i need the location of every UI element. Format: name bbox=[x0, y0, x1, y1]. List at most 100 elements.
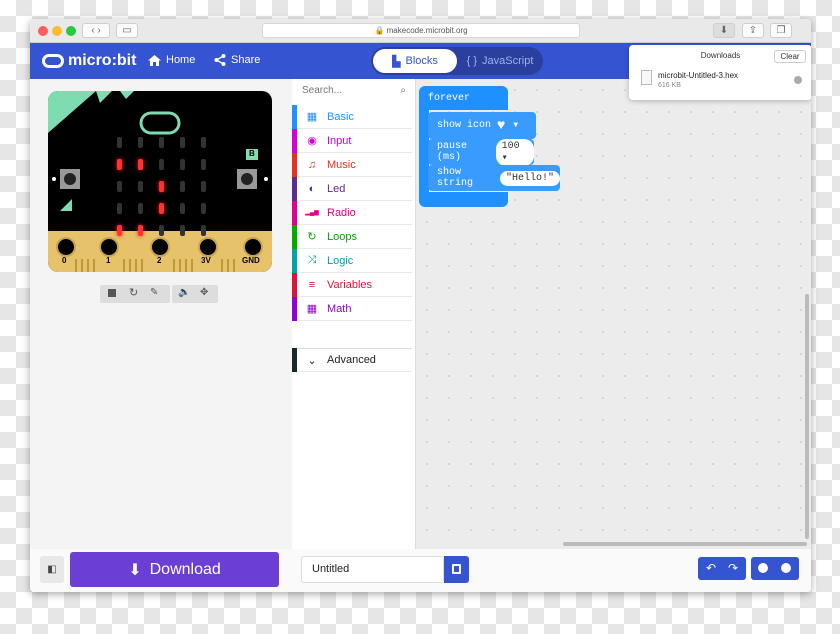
fullscreen-icon[interactable]: ✥ bbox=[200, 287, 208, 298]
led bbox=[117, 225, 122, 236]
category-label: Math bbox=[327, 302, 352, 315]
slowmo-icon[interactable]: ✎ bbox=[150, 287, 158, 298]
home-icon bbox=[148, 54, 161, 66]
toolbox-radio[interactable]: ▂▄▆ Radio bbox=[292, 200, 412, 225]
download-icon: ⬇ bbox=[128, 561, 142, 579]
toolbox-basic[interactable]: ▦ Basic bbox=[292, 104, 412, 129]
pin-label-3v: 3V bbox=[201, 256, 211, 265]
zoom-out-icon[interactable] bbox=[781, 563, 791, 573]
pause-block[interactable]: pause (ms) 100 ▾ bbox=[428, 138, 534, 166]
show-icon-block[interactable]: show icon ♥ ▼ bbox=[428, 112, 536, 139]
toolbox-variables[interactable]: ≡ Variables bbox=[292, 272, 412, 297]
toolbox-loops[interactable]: ↻ Loops bbox=[292, 224, 412, 249]
category-color-bar bbox=[292, 272, 297, 297]
simulator-panel: 0 1 2 3V GND B ↻ ✎ 🔈 ✥ bbox=[30, 79, 292, 592]
downloads-popover: Downloads Clear microbit-Untitled-3.hex … bbox=[629, 45, 811, 100]
microbit-logo[interactable]: micro:bit bbox=[42, 52, 136, 70]
category-color-bar bbox=[292, 248, 297, 273]
show-icon-label: show icon bbox=[437, 120, 492, 131]
led bbox=[138, 181, 143, 192]
toolbox-input[interactable]: ◉ Input bbox=[292, 128, 412, 153]
string-value-field[interactable]: "Hello!" bbox=[499, 170, 560, 186]
restart-icon[interactable]: ↻ bbox=[129, 286, 138, 299]
led bbox=[180, 225, 185, 236]
category-color-bar bbox=[292, 296, 297, 321]
category-color-bar bbox=[292, 176, 297, 201]
led bbox=[138, 203, 143, 214]
home-button[interactable]: Home bbox=[148, 54, 195, 66]
mute-icon[interactable]: 🔈 bbox=[178, 287, 190, 298]
download-size: 616 KB bbox=[658, 82, 681, 89]
clear-button[interactable]: Clear bbox=[774, 50, 806, 63]
undo-icon[interactable]: ↶ bbox=[706, 561, 716, 575]
sim-controls: ↻ ✎ bbox=[100, 285, 170, 303]
led bbox=[159, 181, 164, 192]
pin-label-0: 0 bbox=[62, 256, 67, 265]
led bbox=[180, 137, 185, 148]
toolbox-math[interactable]: ▦ Math bbox=[292, 296, 412, 321]
heart-icon[interactable]: ♥ bbox=[497, 118, 505, 134]
pin-label-2: 2 bbox=[157, 256, 162, 265]
horizontal-scrollbar[interactable] bbox=[563, 542, 807, 546]
puzzle-icon: ▙ bbox=[392, 55, 401, 68]
toggle-icon: ◐ bbox=[308, 182, 316, 195]
redo-icon[interactable]: ↷ bbox=[728, 561, 738, 575]
collapse-simulator-button[interactable]: ◧ bbox=[40, 556, 64, 583]
advanced-color-bar bbox=[292, 348, 297, 372]
share-icon[interactable]: ⇪ bbox=[742, 23, 764, 38]
tabs-icon[interactable]: ❐ bbox=[770, 23, 792, 38]
blocks-workspace[interactable]: forever show icon ♥ ▼ pause (ms) 100 ▾ s… bbox=[416, 79, 811, 549]
back-forward-buttons[interactable]: ‹ › bbox=[82, 23, 110, 38]
show-string-block[interactable]: show string "Hello!" bbox=[428, 165, 560, 191]
download-filename[interactable]: microbit-Untitled-3.hex bbox=[658, 71, 738, 80]
led bbox=[159, 159, 164, 170]
toolbox-logic[interactable]: ⤨ Logic bbox=[292, 248, 412, 273]
shuffle-icon: ⤨ bbox=[307, 254, 317, 266]
project-name-input[interactable]: Untitled bbox=[301, 556, 444, 583]
toolbox-music[interactable]: ♫ Music bbox=[292, 152, 412, 177]
share-button[interactable]: Share bbox=[214, 54, 260, 66]
pin-label-gnd: GND bbox=[242, 256, 260, 265]
zoom-group bbox=[751, 557, 799, 580]
url-bar[interactable]: 🔒 makecode.microbit.org bbox=[262, 23, 580, 38]
sidebar-toggle-icon[interactable]: ▭ bbox=[116, 23, 138, 38]
braces-icon: { } bbox=[466, 55, 478, 67]
undo-redo-group: ↶ ↷ bbox=[698, 557, 746, 580]
download-button[interactable]: ⬇ Download bbox=[70, 552, 279, 587]
blocks-label: Blocks bbox=[405, 55, 438, 67]
maximize-window-button[interactable] bbox=[66, 26, 76, 36]
close-window-button[interactable] bbox=[38, 26, 48, 36]
stop-icon[interactable] bbox=[108, 289, 116, 297]
zoom-in-icon[interactable] bbox=[758, 563, 768, 573]
led bbox=[138, 137, 143, 148]
blocks-tab[interactable]: ▙ Blocks bbox=[373, 49, 457, 73]
save-button[interactable] bbox=[444, 556, 469, 583]
project-name-value: Untitled bbox=[312, 563, 350, 575]
signal-icon: ▂▄▆ bbox=[305, 210, 319, 216]
minimize-window-button[interactable] bbox=[52, 26, 62, 36]
vertical-scrollbar[interactable] bbox=[805, 294, 809, 539]
led bbox=[180, 203, 185, 214]
microbit-board[interactable]: 0 1 2 3V GND B bbox=[48, 91, 272, 272]
target-icon: ◉ bbox=[307, 135, 317, 147]
downloads-icon[interactable]: ⬇ bbox=[713, 23, 735, 38]
logo-icon bbox=[42, 54, 64, 68]
led bbox=[117, 137, 122, 148]
category-color-bar bbox=[292, 128, 297, 153]
forever-block[interactable]: forever bbox=[419, 86, 508, 110]
browser-window: ‹ › ▭ 🔒 makecode.microbit.org ⬇ ⇪ ❐ micr… bbox=[30, 19, 811, 592]
dropdown-icon[interactable]: ▼ bbox=[513, 121, 518, 130]
led bbox=[201, 159, 206, 170]
reveal-icon[interactable] bbox=[794, 76, 802, 84]
search-input[interactable]: Search... ⌕ bbox=[302, 85, 406, 101]
chevron-down-icon: ⌄ bbox=[307, 354, 317, 367]
pause-value-field[interactable]: 100 ▾ bbox=[495, 138, 534, 166]
led bbox=[201, 225, 206, 236]
led bbox=[159, 225, 164, 236]
search-icon[interactable]: ⌕ bbox=[400, 85, 406, 96]
javascript-tab[interactable]: { } JavaScript bbox=[459, 49, 541, 73]
toolbox-led[interactable]: ◐ Led bbox=[292, 176, 412, 201]
led bbox=[159, 137, 164, 148]
toolbox-advanced[interactable]: ⌄ Advanced bbox=[292, 348, 412, 372]
category-label: Radio bbox=[327, 206, 356, 219]
